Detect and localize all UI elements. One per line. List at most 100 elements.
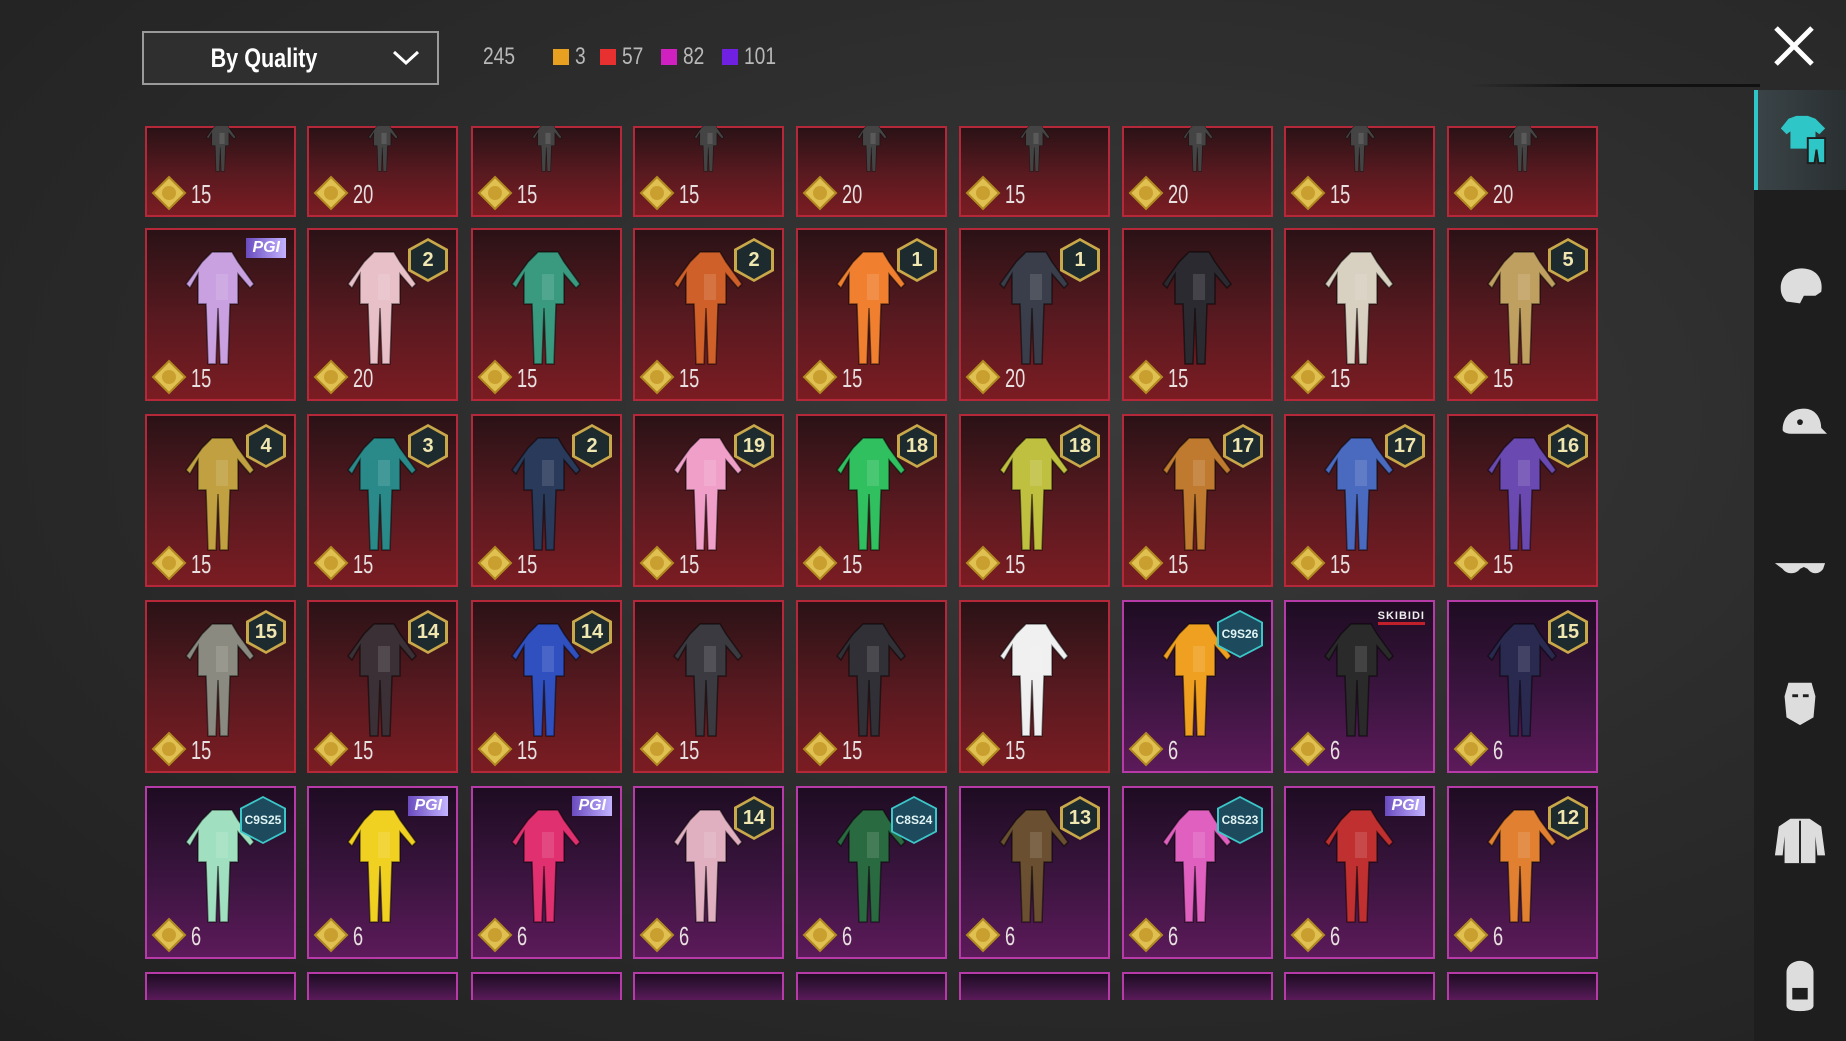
outfit-card[interactable]: 6 14: [633, 786, 784, 959]
outfit-card[interactable]: 15 18: [796, 414, 947, 587]
outfit-card[interactable]: [307, 972, 458, 1000]
outfit-card[interactable]: 15 16: [1447, 414, 1598, 587]
sort-dropdown[interactable]: By Quality: [142, 31, 439, 85]
outfit-card[interactable]: 20: [1447, 126, 1598, 217]
outfit-card[interactable]: 15: [959, 126, 1110, 217]
coin-value: 15: [517, 179, 538, 209]
close-icon[interactable]: [1770, 22, 1818, 70]
total-count: 245: [483, 43, 516, 70]
outfit-card[interactable]: 15: [1122, 228, 1273, 401]
outfit-card[interactable]: 15: [145, 126, 296, 217]
outfit-icon: [1780, 115, 1827, 165]
coin-icon: [1453, 359, 1489, 395]
outfit-card[interactable]: 6 15: [1447, 600, 1598, 773]
outfit-card[interactable]: [145, 972, 296, 1000]
coin-value: 6: [517, 921, 528, 951]
level-badge-text: 17: [1388, 427, 1422, 465]
outfit-card[interactable]: 15: [633, 126, 784, 217]
coin-icon: [1453, 917, 1489, 953]
outfit-card[interactable]: 15: [796, 600, 947, 773]
outfit-card[interactable]: 15: [1284, 228, 1435, 401]
outfit-card[interactable]: [1447, 972, 1598, 1000]
sidebar-tab-backpack[interactable]: [1754, 936, 1846, 1036]
level-badge-text: 15: [1551, 613, 1585, 651]
outfit-card[interactable]: 15 19: [633, 414, 784, 587]
outfit-card[interactable]: 15 17: [1284, 414, 1435, 587]
outfit-card[interactable]: 6 PGI: [307, 786, 458, 959]
outfit-card[interactable]: 15 2: [471, 414, 622, 587]
quality-swatch-legendary: [553, 49, 570, 65]
outfit-card[interactable]: [1122, 972, 1273, 1000]
level-badge-text: 1: [900, 241, 934, 279]
outfit-card[interactable]: 6 C8S23: [1122, 786, 1273, 959]
coin-value: 15: [1168, 363, 1189, 393]
coin-icon: [1128, 731, 1164, 767]
coin-icon: [1453, 175, 1489, 211]
quality-swatch-purple: [721, 49, 738, 65]
item-grid[interactable]: 15 20 15 15 20 15 20 15 20 15 PGI 20 2 15 …: [140, 126, 1610, 1000]
outfit-card[interactable]: 15 4: [145, 414, 296, 587]
outfit-figure: [206, 126, 237, 172]
outfit-card[interactable]: [471, 972, 622, 1000]
outfit-card[interactable]: 15 18: [959, 414, 1110, 587]
outfit-card[interactable]: 15: [471, 126, 622, 217]
quality-count-epic-pink: 82: [683, 43, 705, 70]
coin-value: 6: [1493, 735, 1504, 765]
coin-icon: [313, 731, 349, 767]
season-badge-text: C8S23: [1219, 798, 1261, 842]
outfit-card[interactable]: 6 C8S24: [796, 786, 947, 959]
outfit-card[interactable]: 20: [1122, 126, 1273, 217]
coin-value: 15: [679, 363, 700, 393]
outfit-card[interactable]: 20 1: [959, 228, 1110, 401]
coin-icon: [965, 731, 1001, 767]
outfit-card[interactable]: 15 15: [145, 600, 296, 773]
coin-value: 15: [191, 363, 212, 393]
sidebar-tab-top[interactable]: [1754, 790, 1846, 890]
coin-icon: [1128, 917, 1164, 953]
coin-value: 15: [353, 549, 374, 579]
outfit-card[interactable]: 15 17: [1122, 414, 1273, 587]
outfit-card[interactable]: 6 PGI: [471, 786, 622, 959]
outfit-card[interactable]: [959, 972, 1110, 1000]
level-badge-text: 14: [575, 613, 609, 651]
outfit-card[interactable]: 15 1: [796, 228, 947, 401]
outfit-card[interactable]: 15 3: [307, 414, 458, 587]
outfit-card[interactable]: 15: [959, 600, 1110, 773]
outfit-card[interactable]: 20 2: [307, 228, 458, 401]
outfit-card[interactable]: 15: [1284, 126, 1435, 217]
coin-icon: [965, 545, 1001, 581]
outfit-card[interactable]: 20: [307, 126, 458, 217]
coin-value: 15: [842, 549, 863, 579]
sidebar-tab-helmet[interactable]: [1754, 238, 1846, 338]
outfit-card[interactable]: 15: [633, 600, 784, 773]
coin-value: 20: [1493, 179, 1514, 209]
outfit-card[interactable]: 6 12: [1447, 786, 1598, 959]
outfit-card[interactable]: 15 2: [633, 228, 784, 401]
coin-value: 6: [842, 921, 853, 951]
sidebar-tab-hat[interactable]: [1754, 376, 1846, 476]
outfit-card[interactable]: 15 14: [307, 600, 458, 773]
outfit-card[interactable]: 6 C9S26: [1122, 600, 1273, 773]
outfit-card[interactable]: 6 C9S25: [145, 786, 296, 959]
outfit-card[interactable]: [796, 972, 947, 1000]
outfit-card[interactable]: 6 SKIBIDI: [1284, 600, 1435, 773]
sidebar-tab-glasses[interactable]: [1754, 517, 1846, 617]
outfit-card[interactable]: [633, 972, 784, 1000]
outfit-card[interactable]: 20: [796, 126, 947, 217]
sidebar-tab-face[interactable]: [1754, 652, 1846, 752]
level-badge-text: 1: [1063, 241, 1097, 279]
coin-icon: [477, 917, 513, 953]
outfit-card[interactable]: 6 13: [959, 786, 1110, 959]
coin-value: 15: [1330, 179, 1351, 209]
coin-value: 15: [1493, 363, 1514, 393]
outfit-card[interactable]: 15 PGI: [145, 228, 296, 401]
level-badge-text: 2: [411, 241, 445, 279]
outfit-card[interactable]: 15: [471, 228, 622, 401]
coin-icon: [802, 545, 838, 581]
sidebar-tab-outfit[interactable]: [1754, 90, 1846, 190]
outfit-card[interactable]: 6 PGI: [1284, 786, 1435, 959]
outfit-card[interactable]: 15 14: [471, 600, 622, 773]
coin-icon: [477, 731, 513, 767]
outfit-card[interactable]: [1284, 972, 1435, 1000]
outfit-card[interactable]: 15 5: [1447, 228, 1598, 401]
